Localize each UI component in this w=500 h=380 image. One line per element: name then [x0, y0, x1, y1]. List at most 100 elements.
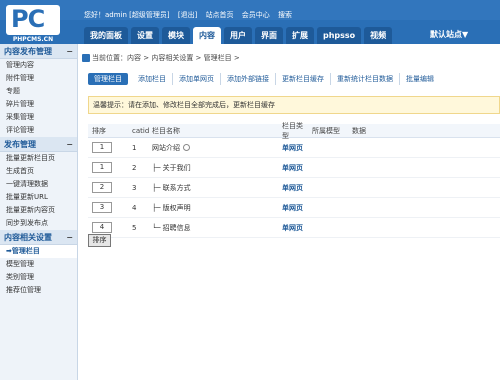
order-input[interactable]: 3	[92, 202, 112, 213]
header-category-type: 栏目类型	[282, 121, 303, 140]
sidebar: 内容发布管理 − 管理内容 附件管理 专题 碎片管理 采集管理 评论管理 发布管…	[0, 44, 78, 380]
table-row: 2 3 ├─ 联系方式 单网页	[88, 178, 500, 198]
sidebar-item-special[interactable]: 专题	[0, 85, 77, 98]
tool-update-cache[interactable]: 更新栏目缓存	[276, 73, 331, 85]
site-select-dropdown[interactable]: 默认站点▼	[430, 29, 468, 40]
catid-cell: 2	[132, 163, 137, 172]
tool-add-external-link[interactable]: 添加外部链接	[221, 73, 276, 85]
order-cell: 1	[88, 142, 128, 153]
category-name-cell: ├─ 关于我们	[148, 163, 278, 173]
tree-prefix: ├─	[152, 163, 161, 172]
order-input[interactable]: 4	[92, 222, 112, 233]
sidebar-item-batch-category[interactable]: 批量更新栏目页	[0, 152, 77, 165]
sidebar-item-comments[interactable]: 评论管理	[0, 124, 77, 137]
tool-add-category[interactable]: 添加栏目	[132, 73, 173, 85]
table-row: 3 4 ├─ 版权声明 单网页	[88, 198, 500, 218]
sidebar-section-publish[interactable]: 发布管理 −	[0, 137, 77, 152]
header-data: 数据	[352, 126, 366, 135]
tool-add-single-page[interactable]: 添加单网页	[173, 73, 221, 85]
single-page-link[interactable]: 单网页	[282, 144, 303, 152]
collapse-icon[interactable]: −	[66, 230, 73, 245]
sidebar-item-collect[interactable]: 采集管理	[0, 111, 77, 124]
single-page-link[interactable]: 单网页	[282, 184, 303, 192]
sidebar-item-manage-category[interactable]: ➡管理栏目	[0, 245, 77, 258]
breadcrumb: 当前位置：内容 > 内容相关设置 > 管理栏目 >	[82, 52, 240, 64]
top-info: 您好！admin [超级管理员] [退出] 站点首页 会员中心 搜索	[84, 10, 298, 20]
order-input[interactable]: 1	[92, 162, 112, 173]
sidebar-item-fragments[interactable]: 碎片管理	[0, 98, 77, 111]
table-row: 1 1 网站介绍 单网页	[88, 138, 500, 158]
sidebar-item-models[interactable]: 模型管理	[0, 258, 77, 271]
catid-cell: 3	[132, 183, 137, 192]
category-name-cell: └─ 招聘信息	[148, 223, 278, 233]
category-type-cell: 单网页	[278, 163, 308, 173]
category-name-cell: ├─ 联系方式	[148, 183, 278, 193]
toolbar: 管理栏目 添加栏目 添加单网页 添加外部链接 更新栏目缓存 重新统计栏目数据 批…	[88, 72, 440, 86]
help-icon[interactable]	[183, 144, 190, 151]
home-icon	[82, 54, 90, 62]
logo-text: PC	[11, 5, 45, 33]
sidebar-item-sync-publish[interactable]: 同步到发布点	[0, 217, 77, 230]
single-page-link[interactable]: 单网页	[282, 164, 303, 172]
sidebar-section-title: 内容相关设置	[4, 233, 52, 242]
sort-button[interactable]: 排序	[88, 234, 111, 247]
sidebar-item-attachments[interactable]: 附件管理	[0, 72, 77, 85]
main-nav: 我的面板 设置 模块 内容 用户 界面 扩展 phpsso 视频	[84, 27, 395, 44]
category-name: 联系方式	[162, 183, 191, 192]
nav-settings[interactable]: 设置	[131, 27, 159, 44]
order-cell: 1	[88, 162, 128, 173]
search-link[interactable]: 搜索	[278, 11, 292, 19]
category-name-cell: ├─ 版权声明	[148, 203, 278, 213]
sidebar-item-types[interactable]: 类别管理	[0, 271, 77, 284]
category-name: 招聘信息	[162, 223, 191, 232]
sidebar-item-clean-data[interactable]: 一键清理数据	[0, 178, 77, 191]
order-cell: 2	[88, 182, 128, 193]
order-cell: 4	[88, 222, 128, 233]
header-category-name: 栏目名称	[152, 126, 180, 135]
single-page-link[interactable]: 单网页	[282, 224, 303, 232]
catid-cell: 5	[132, 223, 137, 232]
nav-extensions[interactable]: 扩展	[286, 27, 314, 44]
site-home-link[interactable]: 站点首页	[206, 11, 234, 19]
collapse-icon[interactable]: −	[66, 44, 73, 59]
collapse-icon[interactable]: −	[66, 137, 73, 152]
tool-batch-edit[interactable]: 批量编辑	[400, 73, 440, 85]
category-type-cell: 单网页	[278, 223, 308, 233]
order-input[interactable]: 1	[92, 142, 112, 153]
nav-interface[interactable]: 界面	[255, 27, 283, 44]
table-row: 4 5 └─ 招聘信息 单网页	[88, 218, 500, 238]
nav-dashboard[interactable]: 我的面板	[84, 27, 128, 44]
member-center-link[interactable]: 会员中心	[242, 11, 270, 19]
sidebar-item-generate-home[interactable]: 生成首页	[0, 165, 77, 178]
nav-modules[interactable]: 模块	[162, 27, 190, 44]
order-input[interactable]: 2	[92, 182, 112, 193]
category-type-cell: 单网页	[278, 143, 308, 153]
nav-users[interactable]: 用户	[224, 27, 252, 44]
sidebar-item-manage-content[interactable]: 管理内容	[0, 59, 77, 72]
sidebar-section-title: 内容发布管理	[4, 47, 52, 56]
category-name-cell: 网站介绍	[148, 143, 278, 153]
category-type-cell: 单网页	[278, 203, 308, 213]
order-cell: 3	[88, 202, 128, 213]
nav-phpsso[interactable]: phpsso	[317, 27, 362, 44]
single-page-link[interactable]: 单网页	[282, 204, 303, 212]
sidebar-item-positions[interactable]: 推荐位管理	[0, 284, 77, 297]
category-type-cell: 单网页	[278, 183, 308, 193]
category-name: 版权声明	[162, 203, 191, 212]
sidebar-section-content-settings[interactable]: 内容相关设置 −	[0, 230, 77, 245]
sidebar-item-batch-url[interactable]: 批量更新URL	[0, 191, 77, 204]
nav-video[interactable]: 视频	[364, 27, 393, 44]
sidebar-item-label: 管理栏目	[11, 247, 40, 255]
sidebar-item-batch-content[interactable]: 批量更新内容页	[0, 204, 77, 217]
catid-cell: 4	[132, 203, 137, 212]
nav-content[interactable]: 内容	[193, 27, 221, 44]
category-table: 排序 catid 栏目名称 栏目类型 所属模型 数据 1 1 网站介绍 单网页 …	[88, 121, 500, 238]
sidebar-section-content-publish[interactable]: 内容发布管理 −	[0, 44, 77, 59]
tool-recount-data[interactable]: 重新统计栏目数据	[331, 73, 400, 85]
notice-message: 温馨提示：请在添加、修改栏目全部完成后，更新栏目缓存	[88, 96, 500, 114]
category-name: 网站介绍	[152, 143, 180, 152]
tool-manage-category[interactable]: 管理栏目	[88, 73, 128, 85]
logout-link[interactable]: [退出]	[178, 11, 197, 19]
table-row: 1 2 ├─ 关于我们 单网页	[88, 158, 500, 178]
category-name: 关于我们	[162, 163, 191, 172]
